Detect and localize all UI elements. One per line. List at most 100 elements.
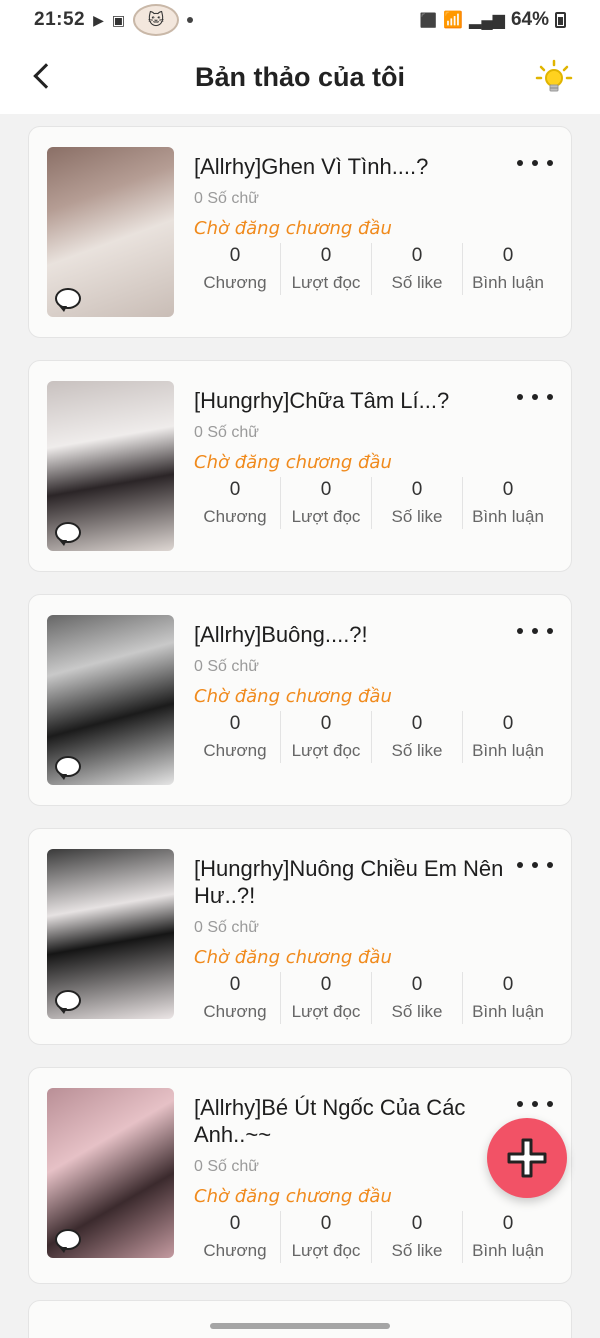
comment-bubble-icon [55, 522, 81, 546]
story-title[interactable]: [Hungrhy]Nuông Chiều Em Nên Hư..?! [194, 855, 553, 909]
stats-row: 0 Chương 0 Lượt đọc 0 Số like 0 Bình luận [190, 1211, 553, 1263]
draft-card[interactable]: [Hungrhy]Chữa Tâm Lí...? 0 Số chữ Chờ đă… [28, 360, 572, 572]
lightbulb-icon [535, 59, 573, 92]
draft-status: Chờ đăng chương đầu [194, 452, 392, 473]
title-row: [Allrhy]Ghen Vì Tình....? [194, 147, 553, 180]
more-options-button[interactable] [517, 387, 553, 407]
tip-button[interactable] [532, 56, 576, 100]
stat-value: 0 [411, 479, 423, 500]
draft-status: Chờ đăng chương đầu [194, 686, 392, 707]
stat-label: Lượt đọc [291, 1241, 361, 1260]
stat-label: Số like [391, 741, 443, 760]
draft-card[interactable]: [Allrhy]Ghen Vì Tình....? 0 Số chữ Chờ đ… [28, 126, 572, 338]
stat-value: 0 [502, 713, 514, 734]
page-title: Bản thảo của tôi [194, 61, 405, 92]
stat-label: Số like [391, 1002, 443, 1021]
more-options-button[interactable] [517, 621, 553, 641]
more-options-button[interactable] [517, 1094, 553, 1114]
draft-info: [Hungrhy]Nuông Chiều Em Nên Hư..?! 0 Số … [174, 849, 553, 1024]
story-cover-image[interactable] [47, 615, 174, 785]
app-header: Bản thảo của tôi [0, 40, 600, 114]
draft-card[interactable]: [Allrhy]Buông....?! 0 Số chữ Chờ đăng ch… [28, 594, 572, 806]
wifi-icon: 📶 [443, 12, 464, 29]
story-title[interactable]: [Hungrhy]Chữa Tâm Lí...? [194, 387, 553, 414]
more-horizontal-icon [517, 628, 523, 634]
stat-reads: 0 Lượt đọc [281, 477, 372, 529]
plus-icon [507, 1138, 547, 1178]
comment-bubble-icon [55, 756, 81, 780]
stat-chapters: 0 Chương [190, 972, 281, 1024]
stat-value: 0 [229, 974, 241, 995]
stat-value: 0 [411, 245, 423, 266]
stat-chapters: 0 Chương [190, 711, 281, 763]
gallery-icon: ▣ [111, 11, 126, 28]
stat-comments: 0 Bình luận [463, 972, 553, 1024]
battery-saver-icon: ⬛ [419, 11, 438, 28]
word-count: 0 Số chữ [194, 919, 259, 936]
stat-value: 0 [411, 1213, 423, 1234]
stat-likes: 0 Số like [372, 243, 463, 295]
draft-card-partial[interactable] [28, 1300, 572, 1338]
more-horizontal-icon [517, 160, 523, 166]
word-count: 0 Số chữ [194, 658, 259, 675]
battery-icon [555, 12, 566, 28]
draft-status: Chờ đăng chương đầu [194, 1186, 392, 1207]
stat-comments: 0 Bình luận [463, 243, 553, 295]
stat-value: 0 [320, 974, 332, 995]
signal-icon: ▂▄▆ [469, 12, 505, 29]
more-options-button[interactable] [517, 855, 553, 875]
story-cover-image[interactable] [47, 1088, 174, 1258]
stats-row: 0 Chương 0 Lượt đọc 0 Số like 0 Bình luận [190, 711, 553, 763]
media-play-icon: ▶ [93, 11, 104, 28]
home-indicator[interactable] [210, 1323, 390, 1329]
stat-value: 0 [320, 1213, 332, 1234]
stat-chapters: 0 Chương [190, 243, 281, 295]
word-count: 0 Số chữ [194, 424, 259, 441]
stat-label: Lượt đọc [291, 273, 361, 292]
back-button[interactable] [22, 56, 62, 96]
stat-value: 0 [320, 479, 332, 500]
story-cover-image[interactable] [47, 147, 174, 317]
stat-value: 0 [502, 974, 514, 995]
stat-likes: 0 Số like [372, 1211, 463, 1263]
stat-label: Chương [203, 741, 267, 760]
chevron-left-icon [33, 63, 59, 89]
comment-bubble-icon [55, 990, 81, 1014]
stat-likes: 0 Số like [372, 477, 463, 529]
story-cover-image[interactable] [47, 849, 174, 1019]
status-bar: 21:52 ▶ ▣ 🐱 ⬛ 📶 ▂▄▆ 64% [0, 0, 600, 40]
draft-card[interactable]: [Hungrhy]Nuông Chiều Em Nên Hư..?! 0 Số … [28, 828, 572, 1045]
stat-value: 0 [320, 713, 332, 734]
stats-row: 0 Chương 0 Lượt đọc 0 Số like 0 Bình luận [190, 972, 553, 1024]
story-title[interactable]: [Allrhy]Buông....?! [194, 621, 553, 648]
stat-label: Chương [203, 273, 267, 292]
stats-row: 0 Chương 0 Lượt đọc 0 Số like 0 Bình luận [190, 243, 553, 295]
more-options-button[interactable] [517, 153, 553, 173]
stat-label: Chương [203, 1002, 267, 1021]
stat-value: 0 [502, 245, 514, 266]
stat-value: 0 [502, 1213, 514, 1234]
stat-chapters: 0 Chương [190, 1211, 281, 1263]
sticker-icon: 🐱 [133, 4, 180, 36]
comment-bubble-icon [55, 288, 81, 312]
draft-list: [Allrhy]Ghen Vì Tình....? 0 Số chữ Chờ đ… [28, 126, 572, 1306]
status-right: ⬛ 📶 ▂▄▆ 64% [420, 9, 566, 31]
status-time: 21:52 [34, 9, 86, 30]
word-count: 0 Số chữ [194, 190, 259, 207]
stat-comments: 0 Bình luận [463, 711, 553, 763]
draft-status: Chờ đăng chương đầu [194, 218, 392, 239]
stat-reads: 0 Lượt đọc [281, 1211, 372, 1263]
add-draft-button[interactable] [487, 1118, 567, 1198]
story-cover-image[interactable] [47, 381, 174, 551]
stats-row: 0 Chương 0 Lượt đọc 0 Số like 0 Bình luận [190, 477, 553, 529]
stat-value: 0 [229, 713, 241, 734]
stat-label: Bình luận [472, 1002, 544, 1021]
stat-likes: 0 Số like [372, 972, 463, 1024]
comment-bubble-icon [55, 1229, 81, 1253]
stat-value: 0 [229, 479, 241, 500]
stat-reads: 0 Lượt đọc [281, 972, 372, 1024]
stat-label: Chương [203, 507, 267, 526]
story-title[interactable]: [Allrhy]Ghen Vì Tình....? [194, 153, 553, 180]
stat-comments: 0 Bình luận [463, 477, 553, 529]
title-row: [Hungrhy]Nuông Chiều Em Nên Hư..?! [194, 849, 553, 909]
